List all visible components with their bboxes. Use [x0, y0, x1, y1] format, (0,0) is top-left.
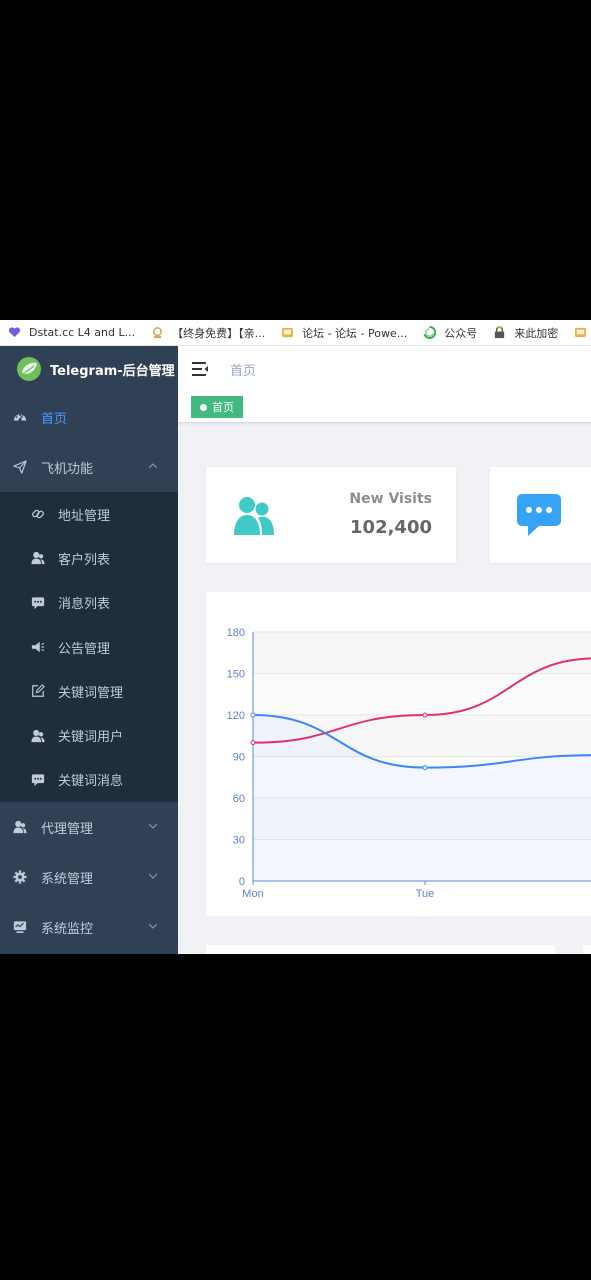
y-tick-label: 30 [233, 835, 245, 847]
heart-icon [8, 327, 21, 338]
chevron-down-icon [148, 873, 158, 879]
dashboard-icon [13, 410, 27, 424]
tag-label: 首页 [212, 401, 234, 414]
submenu-item-label: 消息列表 [58, 597, 111, 613]
submenu-item-label: 关键词用户 [58, 730, 124, 746]
forum-icon [575, 327, 587, 338]
site-icon [153, 327, 163, 339]
bottom-card [206, 945, 555, 954]
bookmark-item[interactable]: 公众号 [423, 325, 477, 341]
bookmark-label: 来此加密 [514, 326, 559, 340]
recycle-icon [423, 326, 437, 339]
user-icon [31, 551, 45, 565]
chart-card: 0306090120150180MonTueW [206, 592, 591, 916]
sidebar-menu: 首页飞机功能地址管理客户列表消息列表公告管理关键词管理关键词用户关键词消息代理管… [0, 392, 178, 952]
grid-band [253, 632, 591, 674]
bookmarks-bar: Dstat.cc L4 and L... 【终身免费】【亲... 论坛 - 论坛 -… [0, 320, 591, 346]
data-point [422, 712, 428, 718]
sidebar: Telegram-后台管理 首页飞机功能地址管理客户列表消息列表公告管理关键词管… [0, 346, 178, 954]
breadcrumb[interactable]: 首页 [230, 360, 256, 379]
navbar: 首页 [178, 346, 591, 392]
peoples-icon [234, 497, 274, 535]
browser-viewport: Dstat.cc L4 and L... 【终身免费】【亲... 论坛 - 论坛 -… [0, 320, 591, 954]
submenu-item[interactable]: 公告管理 [0, 624, 178, 670]
y-tick-label: 120 [227, 710, 245, 722]
y-tick-label: 90 [233, 752, 245, 764]
link-icon [31, 507, 45, 521]
lock-icon [495, 326, 505, 339]
bookmark-item[interactable]: 【终身免费】【亲... [151, 325, 265, 341]
sidebar-item-label: 系统管理 [41, 871, 94, 887]
chevron-up-icon [148, 463, 158, 469]
message-icon [31, 773, 45, 787]
edit-icon [31, 684, 45, 698]
sidebar-item-label: 飞机功能 [41, 461, 94, 477]
sidebar-item[interactable]: 首页 [0, 392, 178, 442]
app-logo[interactable]: Telegram-后台管理 [0, 346, 178, 392]
leaf-logo-icon [17, 357, 41, 381]
chevron-down-icon [148, 923, 158, 929]
line-chart: 0306090120150180MonTueW [227, 627, 591, 900]
data-point [422, 765, 428, 771]
submenu-item[interactable]: 关键词管理 [0, 669, 178, 714]
submenu-item-label: 关键词消息 [58, 774, 124, 790]
message-icon [517, 494, 561, 536]
paper-plane-icon [13, 460, 27, 474]
submenu-item[interactable]: 关键词消息 [0, 757, 178, 803]
sidebar-item-label: 系统监控 [41, 921, 94, 937]
chevron-down-icon [148, 823, 158, 829]
gear-icon [13, 870, 27, 884]
x-tick-label: Tue [416, 888, 435, 900]
tag-home[interactable]: 首页 [191, 396, 243, 418]
bookmark-item[interactable]: Dstat.cc L4 and L... [8, 326, 135, 339]
y-tick-label: 60 [233, 793, 245, 805]
bottom-card-right [583, 945, 591, 954]
submenu-item[interactable]: 地址管理 [0, 492, 178, 537]
megaphone-icon [31, 640, 45, 654]
bookmark-item[interactable]: Play [574, 326, 591, 339]
user-icon [31, 729, 45, 743]
submenu-item[interactable]: 关键词用户 [0, 713, 178, 758]
bookmark-label: 公众号 [444, 326, 478, 340]
grid-band [253, 673, 591, 715]
forum-icon [282, 327, 294, 338]
app-title: Telegram-后台管理 [50, 363, 175, 379]
y-tick-label: 150 [227, 669, 245, 681]
x-tick-label: Mon [242, 888, 263, 900]
bookmark-label: 论坛 - 论坛 - Powe... [302, 326, 408, 340]
submenu-item[interactable]: 消息列表 [0, 580, 178, 625]
tags-view: 首页 [178, 392, 591, 423]
panel-new-visits[interactable]: New Visits 102,400 [206, 467, 456, 563]
bookmark-label: 【终身免费】【亲... [172, 326, 266, 340]
sidebar-item[interactable]: 系统监控 [0, 902, 178, 952]
hamburger-icon[interactable] [192, 362, 208, 376]
monitor-icon [13, 920, 27, 934]
panel-value: 102,400 [350, 517, 432, 538]
submenu-item-label: 客户列表 [58, 552, 111, 568]
submenu-item[interactable]: 客户列表 [0, 536, 178, 581]
panel-label: New Visits [349, 491, 432, 507]
submenu-item-label: 地址管理 [58, 508, 111, 524]
y-tick-label: 0 [239, 876, 245, 888]
submenu-item-label: 公告管理 [58, 641, 111, 657]
user-icon [13, 820, 27, 834]
sidebar-item-label: 首页 [41, 411, 68, 427]
data-point [250, 712, 256, 718]
bookmark-label: Dstat.cc L4 and L... [29, 326, 136, 339]
y-tick-label: 180 [227, 627, 245, 639]
bookmark-item[interactable]: 论坛 - 论坛 - Powe... [281, 325, 407, 341]
sidebar-item[interactable]: 代理管理 [0, 802, 178, 852]
bookmark-item[interactable]: 来此加密 [493, 325, 558, 341]
active-dot [200, 403, 207, 411]
sidebar-item[interactable]: 飞机功能 [0, 442, 178, 492]
submenu-item-label: 关键词管理 [58, 685, 124, 701]
message-icon [31, 596, 45, 610]
sidebar-item-label: 代理管理 [41, 821, 94, 837]
sidebar-item[interactable]: 系统管理 [0, 852, 178, 902]
panel-messages[interactable] [490, 467, 591, 563]
